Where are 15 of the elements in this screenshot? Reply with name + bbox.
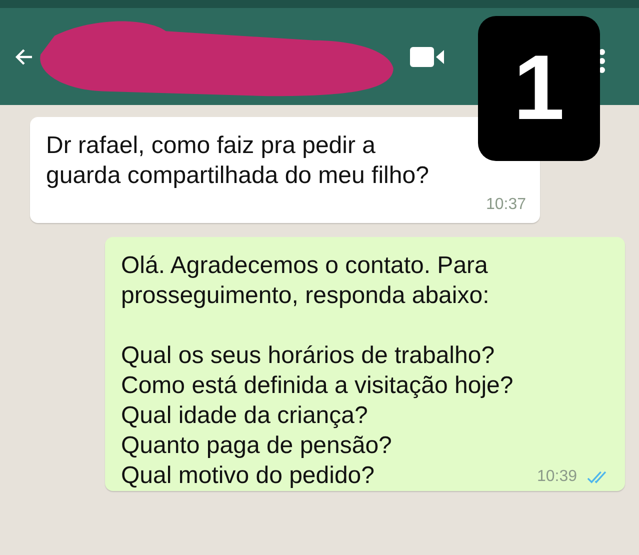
message-time: 10:37: [486, 195, 526, 215]
message-text: guarda compartilhada do meu filho?: [46, 161, 429, 191]
video-camera-icon[interactable]: [410, 44, 446, 68]
message-time: 10:39: [536, 467, 577, 487]
back-arrow-icon[interactable]: [14, 46, 34, 66]
message-text: Qual os seus horários de trabalho?: [121, 341, 495, 371]
message-text: Dr rafael, como faiz pra pedir a: [46, 131, 376, 161]
more-options-icon[interactable]: [598, 48, 606, 74]
message-text: Quanto paga de pensão?: [121, 431, 392, 461]
message-text: Qual idade da criança?: [121, 401, 368, 431]
message-text: prosseguimento, responda abaixo:: [121, 281, 490, 311]
message-text: Como está definida a visitação hoje?: [121, 371, 514, 401]
number-badge: 1: [478, 16, 600, 161]
message-text: Qual motivo do pedido?: [121, 461, 374, 491]
message-text: Olá. Agradecemos o contato. Para: [121, 251, 488, 281]
